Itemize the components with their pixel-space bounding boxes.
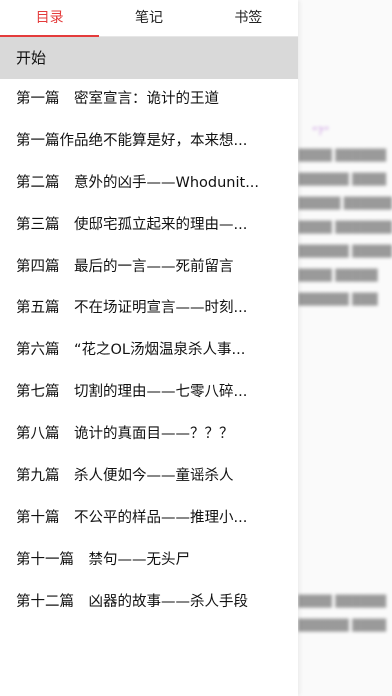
- blurred-page-text-bottom: ████ ██████ ██████ ████: [298, 595, 387, 632]
- toc-drawer: 目录 笔记 书签 开始 第一篇 密室宣言：诡计的王道 第一篇作品绝不能算是好，本…: [0, 0, 298, 696]
- tab-bookmarks[interactable]: 书签: [199, 0, 298, 36]
- toc-item[interactable]: 第五篇 不在场证明宣言——时刻...: [0, 288, 298, 330]
- toc-item[interactable]: 第十二篇 凶器的故事——杀人手段: [0, 582, 298, 624]
- toc-item[interactable]: 第六篇 “花之OL汤烟温泉杀人事...: [0, 330, 298, 372]
- toc-item[interactable]: 第四篇 最后的一言——死前留言: [0, 247, 298, 289]
- tab-contents[interactable]: 目录: [0, 0, 100, 37]
- toc-section-header[interactable]: 开始: [0, 37, 298, 79]
- toc-item[interactable]: 第二篇 意外的凶手——Whodunit...: [0, 163, 298, 205]
- drawer-tabs: 目录 笔记 书签: [0, 0, 298, 37]
- toc-item[interactable]: 第一篇 密室宣言：诡计的王道: [0, 79, 298, 121]
- toc-item[interactable]: 第九篇 杀人便如今——童谣杀人: [0, 456, 298, 498]
- toc-item[interactable]: 第十篇 不公平的样品——推理小...: [0, 498, 298, 540]
- toc-item[interactable]: 第十一篇 禁句——无头尸: [0, 540, 298, 582]
- tab-notes[interactable]: 笔记: [99, 0, 198, 36]
- toc-list: 第一篇 密室宣言：诡计的王道 第一篇作品绝不能算是好，本来想... 第二篇 意外…: [0, 79, 298, 624]
- blurred-page-text: “?” ████ ██████ ██████ ████ █████ ██████…: [298, 125, 392, 306]
- toc-item[interactable]: 第七篇 切割的理由——七零八碎...: [0, 372, 298, 414]
- toc-item[interactable]: 第一篇作品绝不能算是好，本来想...: [0, 121, 298, 163]
- toc-item[interactable]: 第三篇 使邸宅孤立起来的理由—...: [0, 205, 298, 247]
- toc-item[interactable]: 第八篇 诡计的真面目——？？？: [0, 414, 298, 456]
